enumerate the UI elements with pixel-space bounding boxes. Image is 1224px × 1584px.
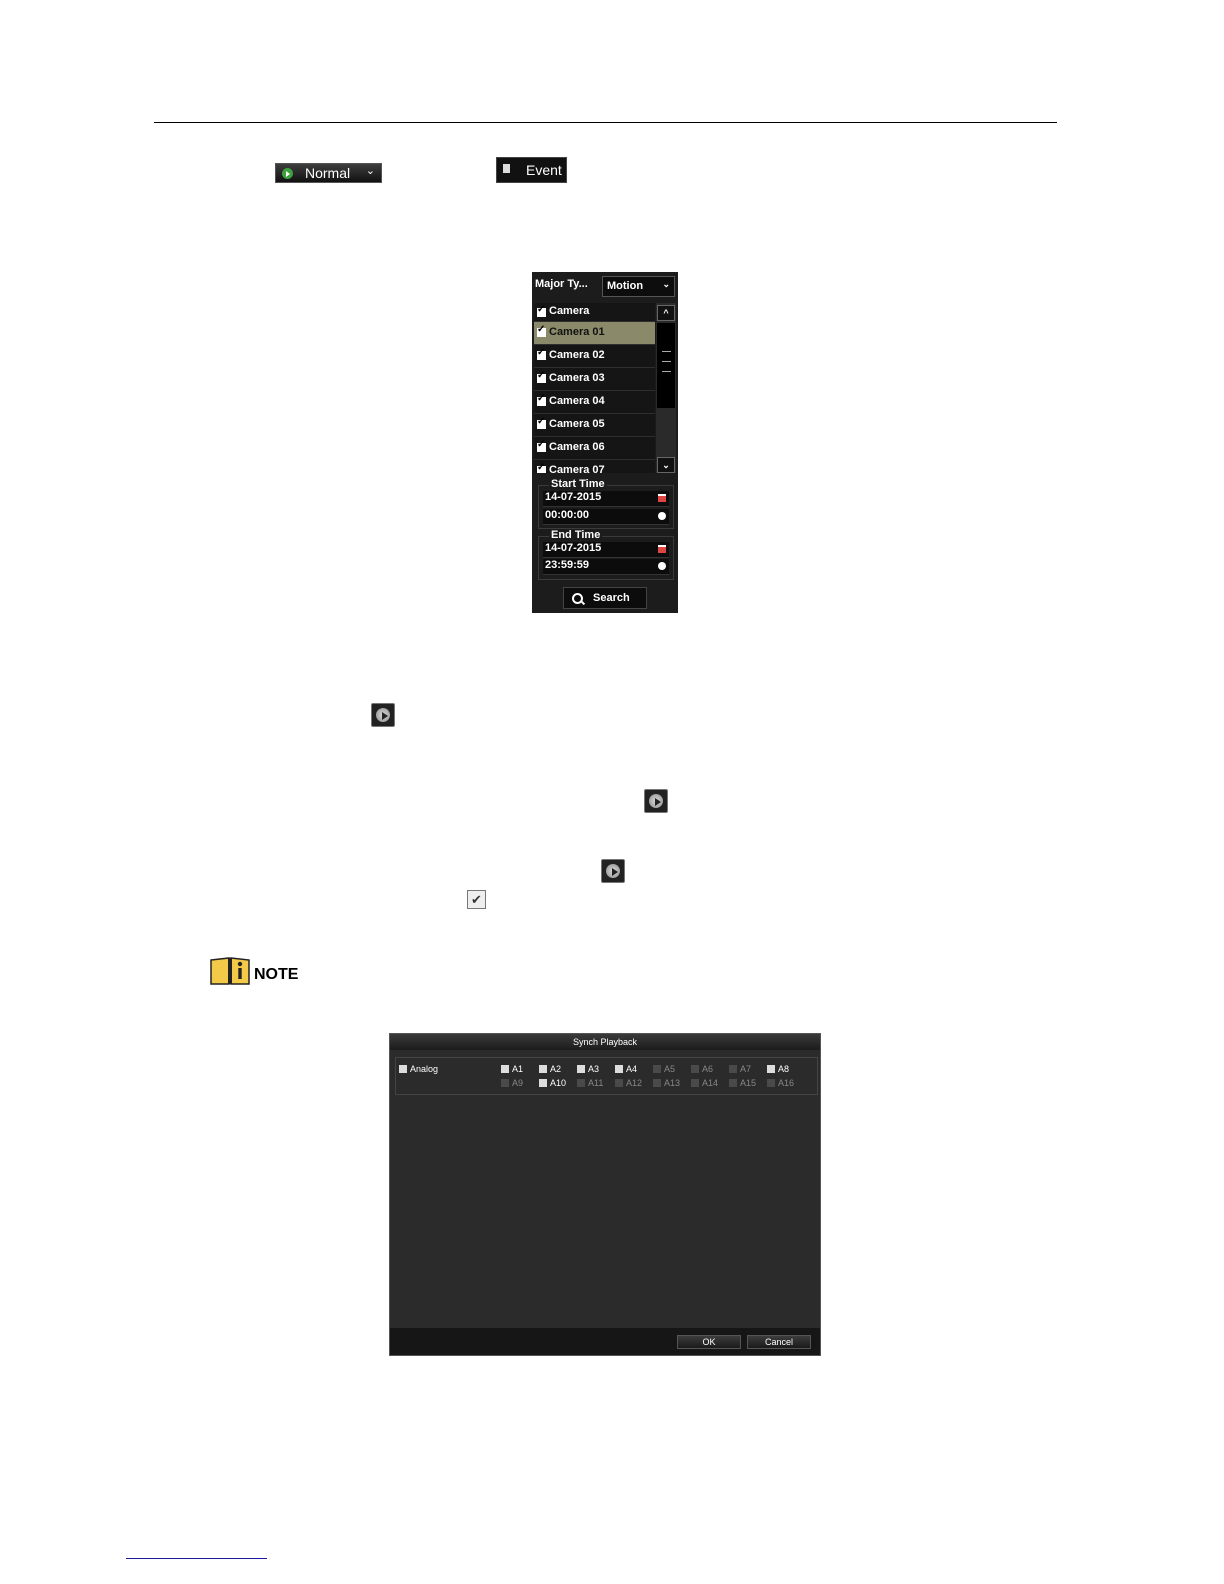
channel-label: A12	[626, 1078, 643, 1088]
event-label: Event	[526, 162, 562, 178]
camera-label: Camera 01	[549, 326, 605, 338]
chevron-down-icon: ⌄	[365, 165, 375, 177]
search-button[interactable]: Search	[563, 587, 647, 609]
camera-label: Camera 06	[549, 441, 605, 453]
end-time-value: 23:59:59	[545, 559, 590, 571]
checkbox-checked-icon[interactable]	[537, 462, 546, 473]
channel-label: A15	[740, 1078, 757, 1088]
event-search-panel: Major Ty... Motion ⌄ Camera Camera 01 Ca…	[532, 272, 678, 613]
search-label: Search	[593, 592, 630, 604]
channel-label: A16	[778, 1078, 795, 1088]
start-date-value: 14-07-2015	[545, 491, 602, 503]
end-date-field[interactable]: 14-07-2015	[543, 542, 669, 558]
end-time-label: End Time	[549, 529, 603, 541]
play-button-icon[interactable]	[644, 789, 668, 813]
note-book-icon	[210, 957, 250, 985]
start-time-field[interactable]: 00:00:00	[543, 509, 669, 525]
camera-row[interactable]: Camera 04	[534, 391, 655, 414]
channel-label: A6	[702, 1064, 714, 1074]
end-time-group: End Time 14-07-2015 23:59:59	[538, 529, 674, 580]
clock-icon[interactable]	[658, 562, 666, 570]
header-rule	[154, 122, 1057, 123]
calendar-icon[interactable]	[658, 494, 666, 502]
camera-label: Camera 02	[549, 349, 605, 361]
camera-row[interactable]: Camera 03	[534, 368, 655, 391]
channel-label: A14	[702, 1078, 719, 1088]
calendar-icon[interactable]	[658, 545, 666, 553]
start-time-label: Start Time	[549, 478, 607, 490]
checkbox-checked-icon[interactable]	[537, 347, 546, 360]
checkbox-checked-icon[interactable]	[537, 393, 546, 406]
synch-playback-dialog: Synch Playback Analog A1 A2 A3 A4 A5 A6 …	[389, 1033, 821, 1356]
camera-label: Camera 03	[549, 372, 605, 384]
channel-label: A7	[740, 1064, 752, 1074]
camera-row[interactable]: Camera 07	[534, 460, 655, 473]
start-time-value: 00:00:00	[545, 509, 590, 521]
camera-label: Camera 05	[549, 418, 605, 430]
checkbox-checked-icon[interactable]	[537, 416, 546, 429]
checkbox-icon[interactable]	[399, 1065, 407, 1073]
checkbox-checked-icon[interactable]: ✔	[467, 890, 486, 909]
camera-select-all[interactable]: Camera	[534, 303, 655, 322]
camera-list: Camera Camera 01 Camera 02 Camera 03 Cam…	[534, 303, 655, 473]
analog-label: Analog	[410, 1064, 439, 1074]
note-label: NOTE	[254, 966, 299, 983]
checkbox-checked-icon[interactable]	[537, 304, 546, 317]
play-button-icon[interactable]	[371, 703, 395, 727]
camera-label: Camera 04	[549, 395, 605, 407]
channel-label: A13	[664, 1078, 681, 1088]
camera-row[interactable]: Camera 05	[534, 414, 655, 437]
end-date-value: 14-07-2015	[545, 542, 602, 554]
chevron-down-icon[interactable]: ⌄	[657, 457, 675, 473]
cancel-button[interactable]: Cancel	[747, 1335, 811, 1349]
clock-icon[interactable]	[658, 512, 666, 520]
document-icon	[503, 164, 510, 173]
channel-label: A2	[550, 1064, 562, 1074]
camera-row[interactable]: Camera 01	[534, 322, 655, 345]
chevron-down-icon: ⌄	[662, 279, 670, 289]
ok-button[interactable]: OK	[677, 1335, 741, 1349]
checkbox-checked-icon[interactable]	[537, 370, 546, 383]
channel-label: A5	[664, 1064, 676, 1074]
camera-list-scrollbar[interactable]: ^ ⌄	[656, 303, 676, 473]
search-icon	[572, 593, 583, 604]
end-time-field[interactable]: 23:59:59	[543, 559, 669, 575]
start-time-group: Start Time 14-07-2015 00:00:00	[538, 478, 674, 529]
start-date-field[interactable]: 14-07-2015	[543, 491, 669, 507]
channel-label: A9	[512, 1078, 524, 1088]
channel-label: A1	[512, 1064, 524, 1074]
camera-row[interactable]: Camera 02	[534, 345, 655, 368]
camera-header-label: Camera	[549, 305, 590, 317]
major-type-value: Motion	[607, 280, 644, 292]
dialog-footer: OK Cancel	[390, 1328, 820, 1355]
channel-label: A3	[588, 1064, 600, 1074]
dialog-title: Synch Playback	[390, 1034, 820, 1050]
play-button-icon[interactable]	[601, 859, 625, 883]
camera-row[interactable]: Camera 06	[534, 437, 655, 460]
camera-label: Camera 07	[549, 464, 605, 473]
channel-label: A11	[588, 1078, 604, 1088]
play-circle-icon	[282, 168, 293, 179]
footer-link-underline	[126, 1558, 267, 1559]
channel-label: A10	[550, 1078, 567, 1088]
major-type-label: Major Ty...	[535, 278, 588, 290]
channel-label: A8	[778, 1064, 790, 1074]
chevron-up-icon[interactable]: ^	[657, 305, 675, 321]
checkbox-checked-icon[interactable]	[537, 439, 546, 452]
checkbox-checked-icon[interactable]	[537, 324, 546, 337]
channel-group: Analog A1 A2 A3 A4 A5 A6 A7 A8 A9 A10 A1…	[395, 1057, 818, 1095]
major-type-select[interactable]: Motion ⌄	[602, 276, 675, 297]
scrollbar-thumb[interactable]	[657, 323, 675, 408]
playback-mode-label: Normal	[305, 165, 351, 181]
event-button[interactable]: Event	[496, 157, 567, 183]
channel-label: A4	[626, 1064, 638, 1074]
playback-mode-dropdown[interactable]: Normal ⌄	[275, 163, 382, 183]
